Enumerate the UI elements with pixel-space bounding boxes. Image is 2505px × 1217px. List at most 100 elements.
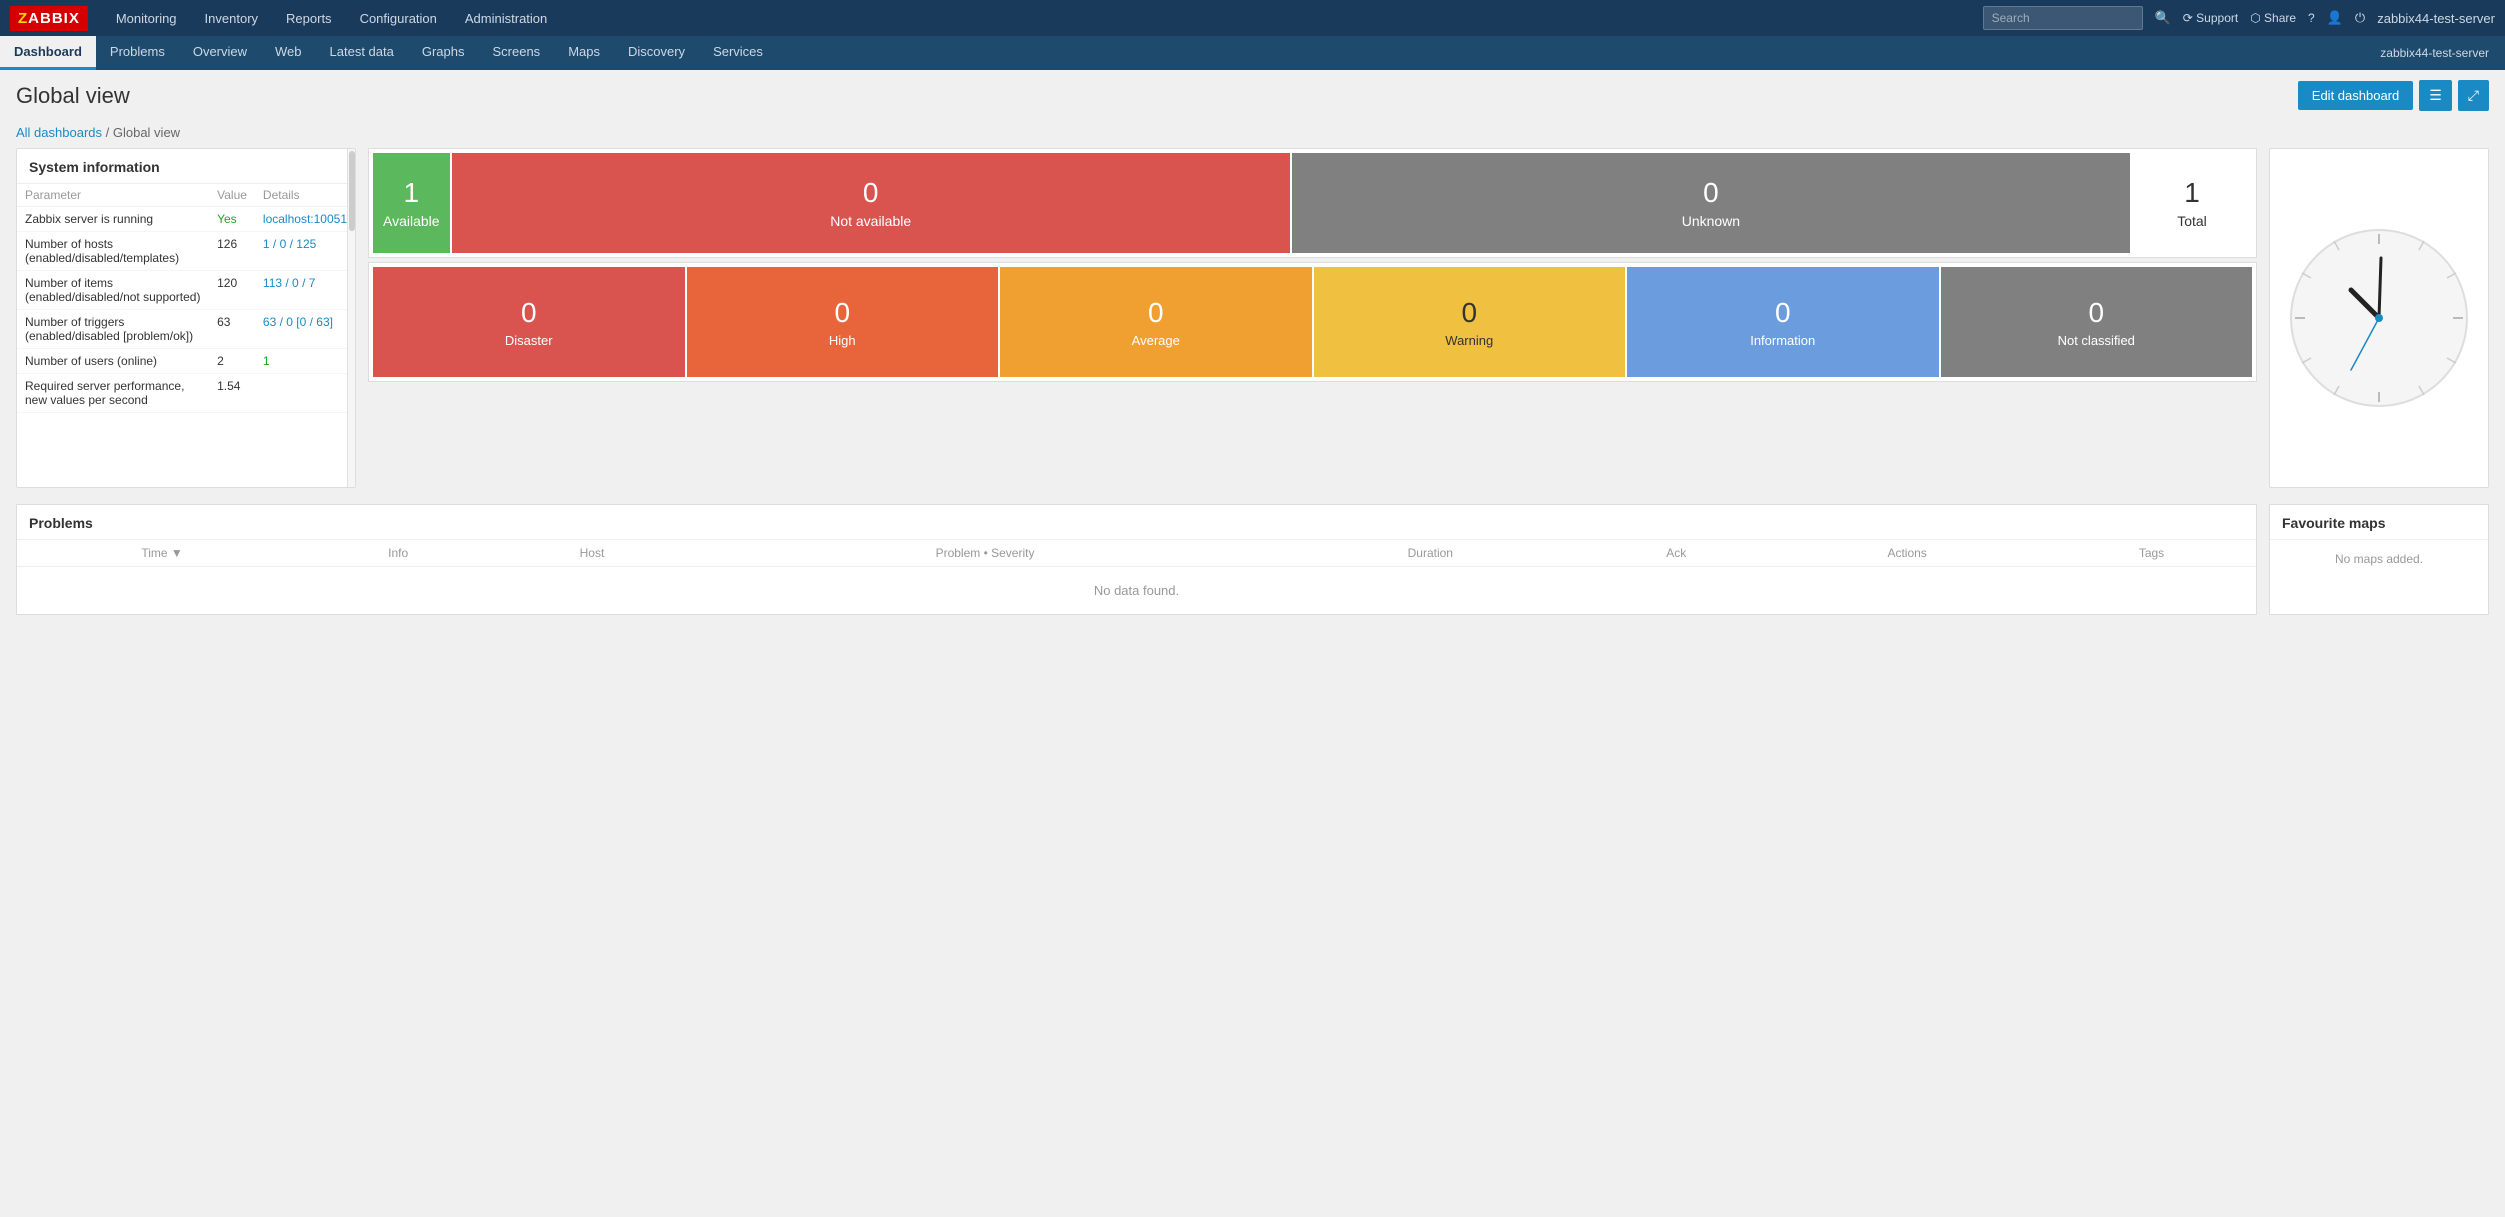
subnav-problems[interactable]: Problems (96, 36, 179, 70)
available-cell[interactable]: 1 Available (373, 153, 450, 253)
high-label: High (829, 333, 856, 348)
available-label: Available (383, 213, 440, 229)
breadcrumb-current: Global view (113, 125, 180, 140)
col-host: Host (489, 540, 695, 567)
unknown-label: Unknown (1682, 213, 1740, 229)
subnav-maps[interactable]: Maps (554, 36, 614, 70)
col-parameter: Parameter (17, 184, 209, 207)
problems-panel: Problems Time ▼ Info Host Problem • Seve… (16, 504, 2257, 615)
subnav-graphs[interactable]: Graphs (408, 36, 479, 70)
sub-nav-links: Dashboard Problems Overview Web Latest d… (0, 36, 777, 70)
total-label: Total (2177, 213, 2207, 229)
col-details: Details (255, 184, 355, 207)
table-row: Number of users (online) 2 1 (17, 349, 355, 374)
not-classified-label: Not classified (2058, 333, 2135, 348)
information-cell[interactable]: 0 Information (1627, 267, 1939, 377)
top-navigation: ZABBIX Monitoring Inventory Reports Conf… (0, 0, 2505, 36)
breadcrumb: All dashboards / Global view (0, 121, 2505, 148)
table-row: Zabbix server is running Yes localhost:1… (17, 207, 355, 232)
disaster-label: Disaster (505, 333, 553, 348)
subnav-dashboard[interactable]: Dashboard (0, 36, 96, 70)
nav-inventory[interactable]: Inventory (193, 5, 270, 32)
not-available-cell[interactable]: 0 Not available (452, 153, 1290, 253)
average-label: Average (1132, 333, 1180, 348)
favourite-maps-title: Favourite maps (2270, 505, 2488, 540)
unknown-count: 0 (1703, 177, 1719, 209)
share-link[interactable]: ⬡ Share (2250, 11, 2296, 25)
severity-grid: 0 Disaster 0 High 0 Average 0 Warning 0 (373, 267, 2252, 377)
not-classified-count: 0 (2088, 297, 2104, 329)
col-info: Info (307, 540, 489, 567)
table-row: Required server performance, new values … (17, 374, 355, 413)
unknown-cell[interactable]: 0 Unknown (1292, 153, 2130, 253)
not-available-label: Not available (830, 213, 911, 229)
total-count: 1 (2184, 177, 2200, 209)
subnav-web[interactable]: Web (261, 36, 316, 70)
col-duration: Duration (1275, 540, 1585, 567)
search-icon[interactable]: 🔍 (2155, 10, 2171, 26)
host-availability-panel: 1 Available 0 Not available 0 Unknown 1 … (368, 148, 2257, 258)
nav-reports[interactable]: Reports (274, 5, 344, 32)
table-row: Number of hosts (enabled/disabled/templa… (17, 232, 355, 271)
table-row: Number of items (enabled/disabled/not su… (17, 271, 355, 310)
warning-cell[interactable]: 0 Warning (1314, 267, 1626, 377)
subnav-discovery[interactable]: Discovery (614, 36, 699, 70)
col-ack: Ack (1585, 540, 1767, 567)
col-time[interactable]: Time ▼ (17, 540, 307, 567)
clock (2289, 228, 2469, 408)
warning-count: 0 (1461, 297, 1477, 329)
support-link[interactable]: ⟳ Support (2183, 11, 2238, 25)
edit-dashboard-button[interactable]: Edit dashboard (2298, 81, 2413, 110)
not-classified-cell[interactable]: 0 Not classified (1941, 267, 2253, 377)
subnav-services[interactable]: Services (699, 36, 777, 70)
no-data-row: No data found. (17, 567, 2256, 615)
zabbix-logo[interactable]: ZABBIX (10, 6, 88, 31)
subnav-latest-data[interactable]: Latest data (316, 36, 408, 70)
nav-monitoring[interactable]: Monitoring (104, 5, 189, 32)
table-row: Number of triggers (enabled/disabled [pr… (17, 310, 355, 349)
breadcrumb-all-dashboards[interactable]: All dashboards (16, 125, 102, 140)
system-info-panel: System information Parameter Value Detai… (16, 148, 356, 488)
page-title: Global view (16, 83, 130, 109)
high-cell[interactable]: 0 High (687, 267, 999, 377)
server-name-sub: zabbix44-test-server (2380, 46, 2505, 60)
sub-navigation: Dashboard Problems Overview Web Latest d… (0, 36, 2505, 70)
search-input[interactable] (1983, 6, 2143, 30)
fullscreen-button[interactable]: ⤢ (2458, 80, 2489, 111)
col-actions: Actions (1767, 540, 2047, 567)
subnav-overview[interactable]: Overview (179, 36, 261, 70)
help-link[interactable]: ? (2308, 11, 2315, 25)
col-problem-severity: Problem • Severity (695, 540, 1276, 567)
system-info-table: Parameter Value Details Zabbix server is… (17, 184, 355, 413)
information-label: Information (1750, 333, 1815, 348)
host-availability-grid: 1 Available 0 Not available 0 Unknown 1 … (373, 153, 2252, 253)
nav-configuration[interactable]: Configuration (348, 5, 449, 32)
high-count: 0 (834, 297, 850, 329)
clock-face (2289, 228, 2469, 408)
bottom-row: Problems Time ▼ Info Host Problem • Seve… (0, 504, 2505, 631)
problems-title: Problems (17, 505, 2256, 540)
not-available-count: 0 (863, 177, 879, 209)
system-info-title: System information (17, 149, 355, 184)
average-count: 0 (1148, 297, 1164, 329)
information-count: 0 (1775, 297, 1791, 329)
disaster-count: 0 (521, 297, 537, 329)
average-cell[interactable]: 0 Average (1000, 267, 1312, 377)
center-panel: 1 Available 0 Not available 0 Unknown 1 … (368, 148, 2257, 488)
col-tags: Tags (2047, 540, 2256, 567)
subnav-screens[interactable]: Screens (478, 36, 554, 70)
total-cell: 1 Total (2132, 153, 2252, 253)
disaster-cell[interactable]: 0 Disaster (373, 267, 685, 377)
top-nav-links: Monitoring Inventory Reports Configurati… (104, 5, 1983, 32)
logout-icon[interactable]: ⏻ (2355, 10, 2365, 26)
severity-panel: 0 Disaster 0 High 0 Average 0 Warning 0 (368, 262, 2257, 382)
main-content: System information Parameter Value Detai… (0, 148, 2505, 504)
user-icon[interactable]: 👤 (2327, 10, 2343, 26)
dashboard-menu-button[interactable]: ☰ (2419, 80, 2452, 111)
page-header: Global view Edit dashboard ☰ ⤢ (0, 70, 2505, 121)
clock-panel (2269, 148, 2489, 488)
header-actions: Edit dashboard ☰ ⤢ (2298, 80, 2489, 111)
favourite-maps-empty: No maps added. (2270, 540, 2488, 578)
nav-administration[interactable]: Administration (453, 5, 559, 32)
problems-table: Time ▼ Info Host Problem • Severity Dura… (17, 540, 2256, 614)
